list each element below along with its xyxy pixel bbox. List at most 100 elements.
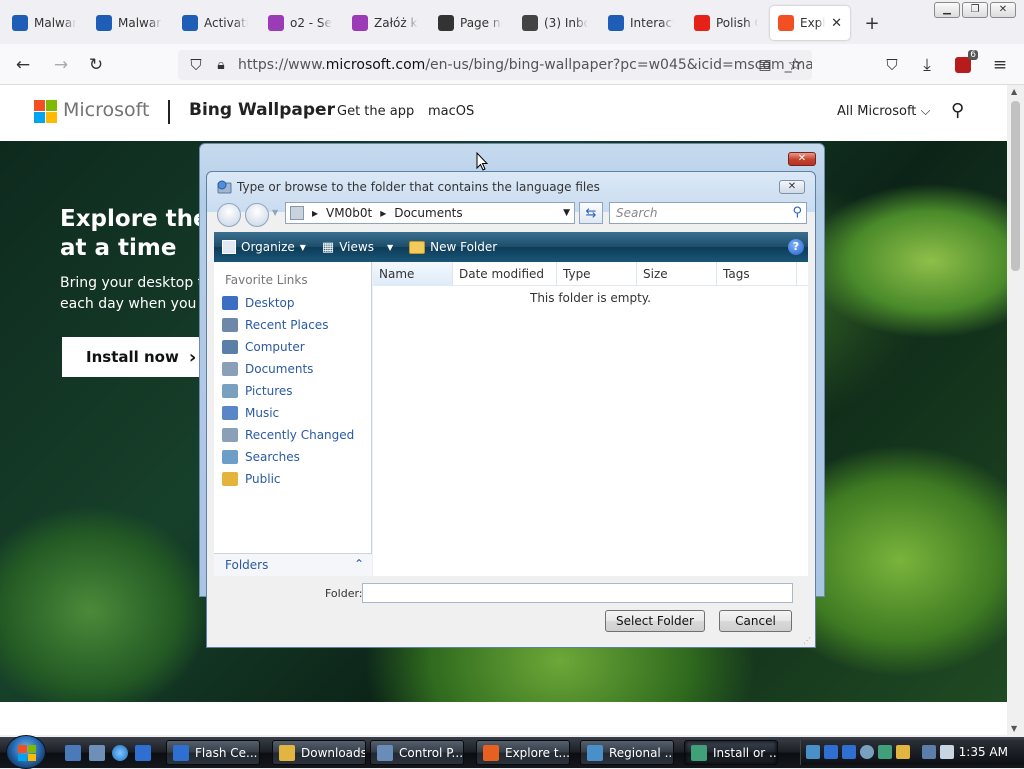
address-breadcrumb[interactable]: ▸ VM0b0t ▸ Documents ▼ [285, 202, 575, 224]
browser-tab[interactable]: o2 - Ser [260, 6, 340, 40]
tab-close-icon[interactable]: ✕ [831, 16, 842, 31]
select-folder-button[interactable]: Select Folder [605, 610, 705, 632]
breadcrumb-separator-icon[interactable]: ▸ [380, 206, 386, 220]
product-title[interactable]: Bing Wallpaper [189, 100, 335, 120]
forward-nav-icon[interactable] [245, 203, 269, 227]
browser-tab[interactable]: Page no [430, 6, 510, 40]
nav-get-the-app[interactable]: Get the app [337, 104, 414, 119]
favorite-link-recently-changed[interactable]: Recently Changed [222, 428, 354, 442]
hero-desc-line-2: each day when you d [60, 296, 210, 312]
breadcrumb-separator-icon[interactable]: ▸ [312, 206, 318, 220]
switch-windows-icon[interactable] [89, 745, 105, 761]
browser-tab[interactable]: Malware [88, 6, 170, 40]
internet-explorer-icon[interactable] [112, 745, 128, 761]
taskbar-button[interactable]: Install or ... [684, 740, 778, 765]
search-icon[interactable]: ⚲ [951, 100, 964, 121]
forward-arrow-icon[interactable]: → [48, 52, 74, 78]
tray-security-icon[interactable] [878, 745, 892, 759]
extension-icon[interactable]: 6 [950, 50, 978, 78]
reload-icon[interactable]: ↻ [83, 52, 109, 78]
cancel-button[interactable]: Cancel [719, 610, 792, 632]
scroll-down-icon[interactable]: ▼ [1011, 724, 1017, 733]
column-header-size[interactable]: Size [637, 262, 717, 286]
browser-tab[interactable]: Interact [600, 6, 682, 40]
tray-volume-icon[interactable] [940, 745, 954, 759]
folder-input[interactable] [362, 583, 793, 603]
tracking-shield-icon[interactable]: ⛉ [183, 52, 209, 78]
column-header-tags[interactable]: Tags [717, 262, 797, 286]
url-bar[interactable]: https://www. microsoft.com/en-us/bing/bin… [178, 50, 812, 80]
outer-dialog-close-button[interactable]: ✕ [788, 152, 816, 166]
page-scrollbar[interactable]: ▲ ▼ [1007, 85, 1024, 735]
organize-menu[interactable]: Organize ▼ [214, 240, 314, 254]
bookmark-star-icon[interactable]: ☆ [782, 52, 808, 78]
folders-toggle[interactable]: Folders ⌃ [214, 553, 372, 576]
refresh-icon[interactable]: ⇆ [579, 202, 603, 224]
microsoft-logo-icon[interactable] [34, 100, 57, 123]
browser-tab[interactable]: (3) Inbo [514, 6, 596, 40]
help-icon[interactable]: ? [788, 239, 804, 255]
browser-tab[interactable]: Załóż ko [344, 6, 426, 40]
show-desktop-icon[interactable] [65, 745, 81, 761]
favorite-link-desktop[interactable]: Desktop [222, 296, 295, 310]
taskbar-button[interactable]: Flash Ce... [166, 740, 260, 765]
clock[interactable]: 1:35 AM [959, 745, 1008, 759]
favorite-link-music[interactable]: Music [222, 406, 279, 420]
tray-network-icon[interactable] [806, 745, 820, 759]
nav-macos[interactable]: macOS [428, 104, 474, 119]
taskbar-button[interactable]: Explore t... [476, 740, 570, 765]
install-now-button[interactable]: Install now › [62, 337, 212, 377]
flash-quicklaunch-icon[interactable] [135, 745, 151, 761]
dialog-close-button[interactable]: ✕ [779, 180, 805, 194]
scroll-up-icon[interactable]: ▲ [1011, 87, 1017, 96]
browser-tab[interactable]: Polish C [686, 6, 766, 40]
tray-flash-icon[interactable] [842, 745, 856, 759]
favorite-link-computer[interactable]: Computer [222, 340, 305, 354]
tray-monitor-icon[interactable] [922, 745, 936, 759]
window-close-button[interactable]: ✕ [990, 2, 1016, 18]
favorite-link-public[interactable]: Public [222, 472, 281, 486]
tray-globe-icon[interactable] [860, 745, 874, 759]
favorite-link-recent-places[interactable]: Recent Places [222, 318, 328, 332]
column-header-date-modified[interactable]: Date modified [453, 262, 557, 286]
new-tab-button[interactable]: + [858, 6, 886, 40]
all-microsoft-menu[interactable]: All Microsoft ⌵ [837, 104, 930, 119]
favorite-link-documents[interactable]: Documents [222, 362, 313, 376]
resize-grip-icon[interactable]: ⋰ [803, 636, 811, 645]
organize-label: Organize [241, 240, 295, 254]
recent-pages-chevron-icon[interactable]: ▼ [272, 208, 278, 217]
search-field[interactable]: Search ⚲ [609, 202, 807, 224]
back-arrow-icon[interactable]: ← [10, 52, 36, 78]
breadcrumb-documents[interactable]: Documents [394, 206, 462, 220]
reader-view-icon[interactable]: ▤ [752, 52, 778, 78]
lock-icon[interactable]: 🔒︎ [208, 52, 234, 78]
tab-page-icon [96, 15, 112, 31]
favorite-link-pictures[interactable]: Pictures [222, 384, 293, 398]
taskbar-button[interactable]: Regional ... [580, 740, 674, 765]
breadcrumb-vm0b0t[interactable]: VM0b0t [326, 206, 372, 220]
taskbar-button[interactable]: Control P... [370, 740, 464, 765]
menu-icon[interactable]: ≡ [987, 52, 1013, 78]
start-button[interactable] [6, 735, 46, 769]
address-dropdown-icon[interactable]: ▼ [563, 208, 570, 218]
browser-tab[interactable]: Activation [174, 6, 256, 40]
browser-tab[interactable]: Explo ✕ [770, 6, 850, 40]
column-header-type[interactable]: Type [557, 262, 637, 286]
new-folder-button[interactable]: New Folder [401, 240, 505, 254]
restore-button[interactable]: ❐ [962, 2, 988, 18]
column-header-name[interactable]: Name [373, 262, 453, 286]
views-menu[interactable]: ▦ Views ▼ [314, 240, 401, 255]
tray-folder-icon[interactable] [896, 745, 910, 759]
favorite-link-searches[interactable]: Searches [222, 450, 300, 464]
tray-flash-icon[interactable] [824, 745, 838, 759]
minimize-button[interactable]: ▁ [934, 2, 960, 18]
o2-icon [268, 15, 284, 31]
scrollbar-thumb[interactable] [1011, 101, 1020, 271]
pocket-icon[interactable]: ⛉ [879, 52, 905, 78]
search-icon[interactable]: ⚲ [792, 205, 802, 220]
taskbar-button[interactable]: Downloads [272, 740, 366, 765]
browser-tab[interactable]: Malware [4, 6, 84, 40]
downloads-icon[interactable]: ⤓ [914, 52, 940, 78]
brand-name[interactable]: Microsoft [63, 99, 149, 121]
back-nav-icon[interactable] [217, 203, 241, 227]
